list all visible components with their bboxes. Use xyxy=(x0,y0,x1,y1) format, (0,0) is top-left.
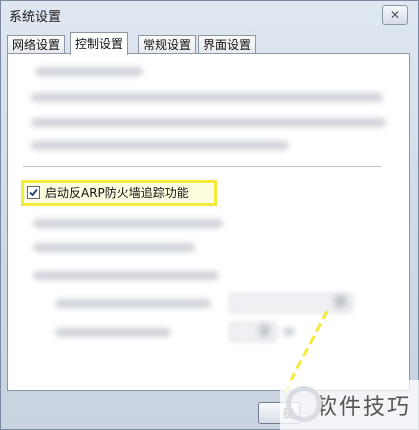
chevron-down-icon xyxy=(334,295,347,308)
spinner-arrows-icon xyxy=(259,324,270,337)
blurred-option-row xyxy=(33,243,195,252)
blurred-option-row xyxy=(31,93,383,102)
title-bar: 系统设置 ✕ xyxy=(1,1,418,29)
arp-firewall-checkbox[interactable] xyxy=(27,185,40,199)
tab-general[interactable]: 常规设置 xyxy=(138,35,197,54)
blurred-option-row xyxy=(31,141,289,150)
arp-firewall-label: 启动反ARP防火墙追踪功能 xyxy=(45,185,189,200)
blurred-option-row xyxy=(33,219,223,228)
check-icon xyxy=(29,188,38,196)
watermark: 软件技巧 xyxy=(280,380,419,430)
arp-firewall-option[interactable]: 启动反ARP防火墙追踪功能 xyxy=(27,183,189,201)
watermark-logo xyxy=(286,386,322,422)
tab-network[interactable]: 网络设置 xyxy=(7,35,66,54)
blurred-option-row xyxy=(31,118,386,127)
watermark-text: 软件技巧 xyxy=(314,395,411,420)
blurred-option-row xyxy=(33,271,219,280)
tab-interface[interactable]: 界面设置 xyxy=(198,35,257,54)
settings-dialog: 系统设置 ✕ 网络设置 控制设置 常规设置 界面设置 启动反ARP防火墙追踪功能… xyxy=(0,0,419,430)
tab-control[interactable]: 控制设置 xyxy=(70,32,129,55)
blurred-label xyxy=(55,299,211,308)
window-title: 系统设置 xyxy=(9,10,62,25)
blurred-unit-label xyxy=(283,327,295,336)
close-button[interactable]: ✕ xyxy=(382,5,408,25)
close-icon: ✕ xyxy=(389,8,401,22)
blurred-text-row xyxy=(35,67,143,76)
section-divider xyxy=(23,166,381,167)
blurred-label xyxy=(55,328,171,337)
